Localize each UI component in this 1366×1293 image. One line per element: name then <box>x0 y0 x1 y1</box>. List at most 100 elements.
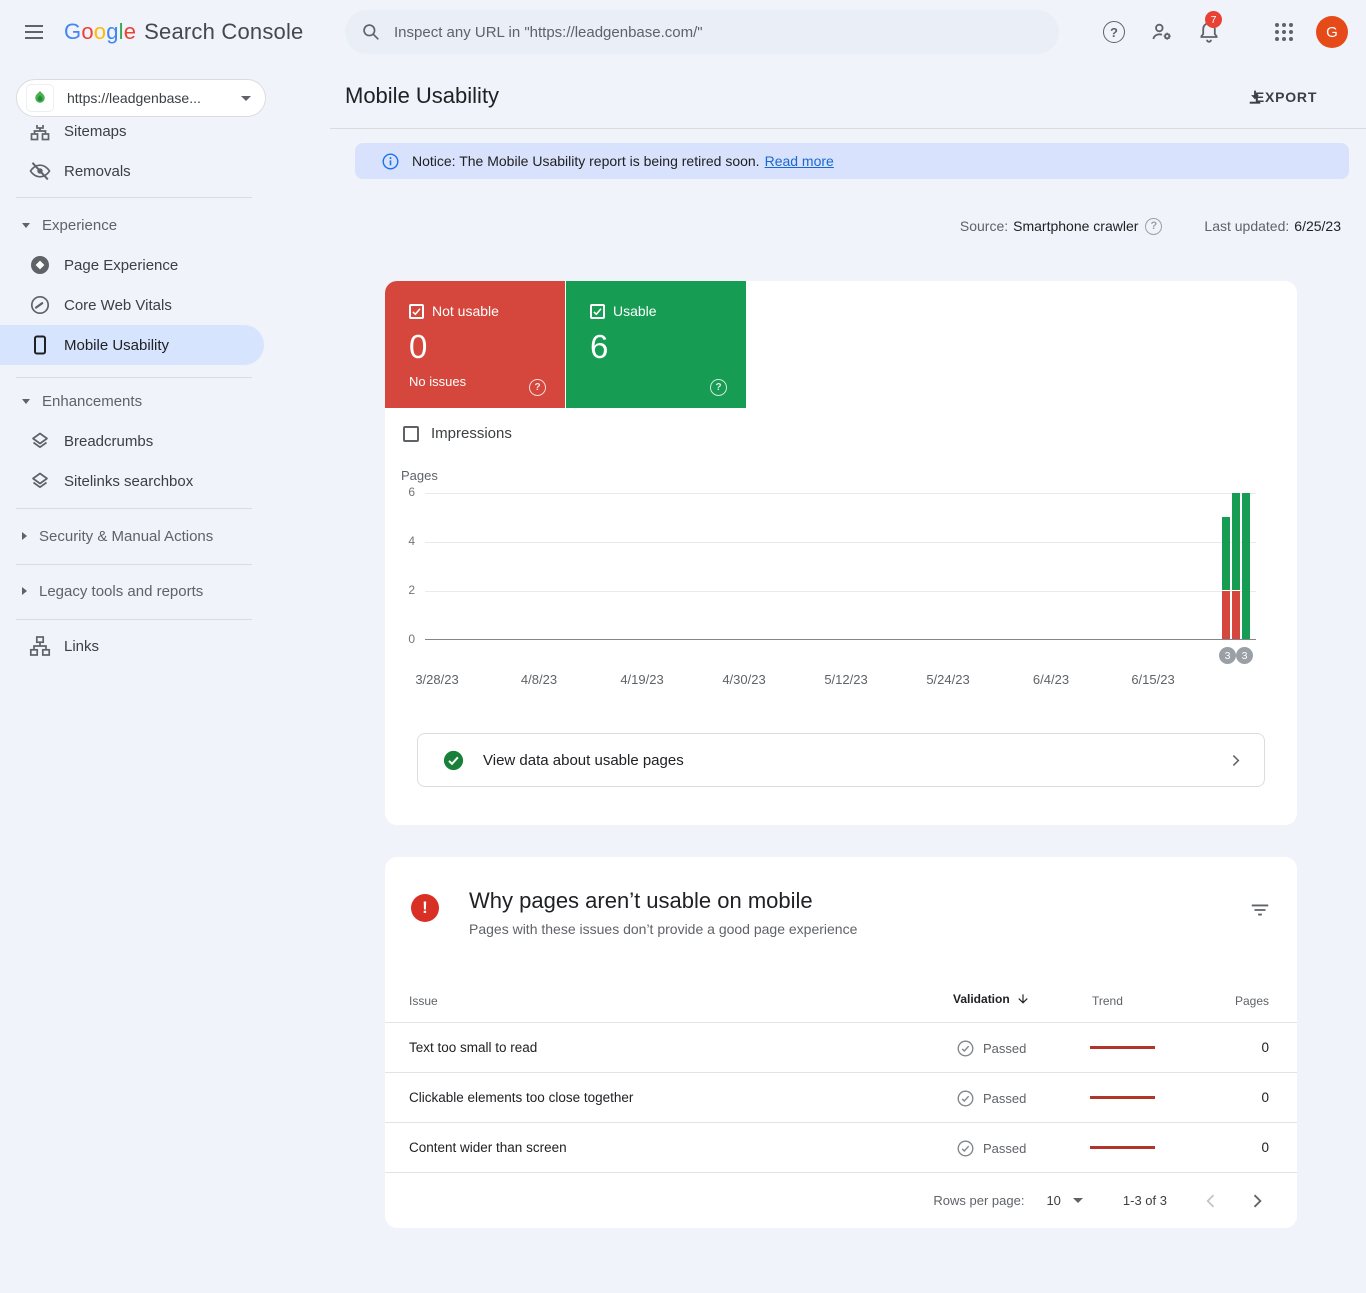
chart-x-tick-label: 4/8/23 <box>499 672 579 687</box>
help-icon[interactable]: ? <box>710 379 727 396</box>
google-logo-letter: G <box>64 19 81 44</box>
chart-annotation-badge[interactable]: 3 <box>1219 647 1236 664</box>
divider <box>16 197 252 198</box>
usable-label: Usable <box>613 303 657 319</box>
table-row[interactable]: Content wider than screen Passed 0 <box>385 1122 1297 1172</box>
impressions-label: Impressions <box>431 425 512 442</box>
column-issue[interactable]: Issue <box>409 994 438 1008</box>
issues-subtitle: Pages with these issues don’t provide a … <box>469 921 857 937</box>
search-input[interactable] <box>394 24 1043 41</box>
view-usable-pages-label: View data about usable pages <box>483 752 1227 769</box>
pages-count: 0 <box>1261 1090 1269 1105</box>
source-value: Smartphone crawler <box>1013 218 1138 234</box>
next-page-icon[interactable] <box>1247 1189 1271 1213</box>
view-usable-pages-row[interactable]: View data about usable pages <box>417 733 1265 787</box>
trend-sparkline <box>1090 1146 1155 1149</box>
chart-x-tick-label: 6/4/23 <box>1011 672 1091 687</box>
sitemaps-icon <box>28 125 52 143</box>
bar-usable <box>1232 493 1240 590</box>
help-icon[interactable]: ? <box>1145 218 1162 235</box>
manage-accounts-icon[interactable] <box>1150 20 1174 44</box>
sidebar-item-links[interactable]: Links <box>0 626 330 666</box>
issues-table-header: Issue Validation Trend Pages <box>385 986 1297 1022</box>
bar-not-usable <box>1232 591 1240 639</box>
sidebar-section-enhancements[interactable]: Enhancements <box>0 381 330 421</box>
export-button[interactable]: EXPORT <box>1246 83 1264 111</box>
property-selector[interactable]: https://leadgenbase... <box>16 79 266 117</box>
chart-x-tick-label: 6/15/23 <box>1113 672 1193 687</box>
sidebar-item-mobile-usability[interactable]: Mobile Usability <box>0 325 264 365</box>
column-validation[interactable]: Validation <box>953 992 1030 1006</box>
divider <box>16 508 252 509</box>
url-inspection-search <box>345 10 1059 54</box>
trend-sparkline <box>1090 1046 1155 1049</box>
google-logo-letter: o <box>81 19 93 44</box>
google-logo-letter: o <box>94 19 106 44</box>
chart-annotation-badge[interactable]: 3 <box>1236 647 1253 664</box>
chevron-down-icon <box>241 96 251 101</box>
rows-per-page-label: Rows per page: <box>933 1193 1024 1208</box>
sidebar-item-page-experience[interactable]: Page Experience <box>0 245 330 285</box>
bar-usable <box>1242 493 1250 639</box>
help-icon[interactable]: ? <box>1103 20 1127 44</box>
pages-count: 0 <box>1261 1140 1269 1155</box>
table-row[interactable]: Text too small to read Passed 0 <box>385 1022 1297 1072</box>
pages-count: 0 <box>1261 1040 1269 1055</box>
checked-checkbox-icon[interactable] <box>409 304 424 319</box>
column-pages[interactable]: Pages <box>1235 994 1269 1008</box>
sidebar-section-experience[interactable]: Experience <box>0 205 330 245</box>
triangle-right-icon <box>22 532 27 540</box>
sidebar-item-sitelinks-searchbox[interactable]: Sitelinks searchbox <box>0 461 330 501</box>
help-icon[interactable]: ? <box>529 379 546 396</box>
sidebar-item-sitemaps[interactable]: Sitemaps <box>0 125 330 151</box>
not-usable-summary-card[interactable]: Not usable 0 No issues ? <box>385 281 565 408</box>
issues-card: ! Why pages aren’t usable on mobile Page… <box>385 857 1297 1228</box>
bar-usable <box>1222 517 1230 590</box>
usable-count: 6 <box>590 328 730 366</box>
impressions-toggle[interactable]: Impressions <box>403 425 512 442</box>
last-updated-value: 6/25/23 <box>1294 218 1341 234</box>
product-name: Search Console <box>144 19 303 45</box>
chart-y-axis-title: Pages <box>401 468 438 483</box>
table-row[interactable]: Clickable elements too close together Pa… <box>385 1072 1297 1122</box>
usable-summary-card[interactable]: Usable 6 ? <box>566 281 746 408</box>
chart-x-tick-label: 3/28/23 <box>397 672 477 687</box>
sidebar-section-security[interactable]: Security & Manual Actions <box>0 516 330 556</box>
sidebar-item-core-web-vitals[interactable]: Core Web Vitals <box>0 285 330 325</box>
google-logo-letter: g <box>106 19 118 44</box>
source-label: Source: <box>960 218 1008 234</box>
checked-checkbox-icon[interactable] <box>590 304 605 319</box>
trend-sparkline <box>1090 1096 1155 1099</box>
last-updated-label: Last updated: <box>1204 218 1289 234</box>
sidebar-item-breadcrumbs[interactable]: Breadcrumbs <box>0 421 330 461</box>
pagination-range: 1-3 of 3 <box>1123 1193 1167 1208</box>
layers-icon <box>28 469 52 493</box>
unchecked-checkbox-icon[interactable] <box>403 426 419 442</box>
chart-x-tick-label: 4/19/23 <box>602 672 682 687</box>
sidebar-item-removals[interactable]: Removals <box>0 151 330 191</box>
check-circle-icon <box>442 749 465 772</box>
apps-grid-icon[interactable] <box>1272 20 1296 44</box>
eye-off-icon <box>28 159 52 183</box>
read-more-link[interactable]: Read more <box>765 153 834 169</box>
validation-status: Passed <box>983 1041 1026 1056</box>
sidebar-section-legacy-tools[interactable]: Legacy tools and reports <box>0 571 330 611</box>
property-favicon <box>27 85 53 111</box>
passed-check-icon <box>956 1139 975 1158</box>
chart-gridline <box>425 591 1256 592</box>
chart-y-tick-label: 6 <box>393 485 415 499</box>
chevron-down-icon <box>1073 1198 1083 1203</box>
triangle-down-icon <box>22 399 30 404</box>
error-alert-icon: ! <box>411 894 439 922</box>
menu-icon[interactable] <box>22 20 50 44</box>
previous-page-icon[interactable] <box>1201 1189 1225 1213</box>
chart-y-tick-label: 2 <box>393 583 415 597</box>
source-info-row: Source: Smartphone crawler ? Last update… <box>960 217 1341 235</box>
avatar[interactable]: G <box>1316 16 1348 48</box>
rows-per-page-select[interactable]: 10 <box>1046 1193 1082 1208</box>
notification-badge[interactable]: 7 <box>1205 11 1222 28</box>
validation-status: Passed <box>983 1091 1026 1106</box>
filter-icon[interactable] <box>1249 899 1271 921</box>
issues-title: Why pages aren’t usable on mobile <box>469 888 813 914</box>
column-trend[interactable]: Trend <box>1092 994 1123 1008</box>
